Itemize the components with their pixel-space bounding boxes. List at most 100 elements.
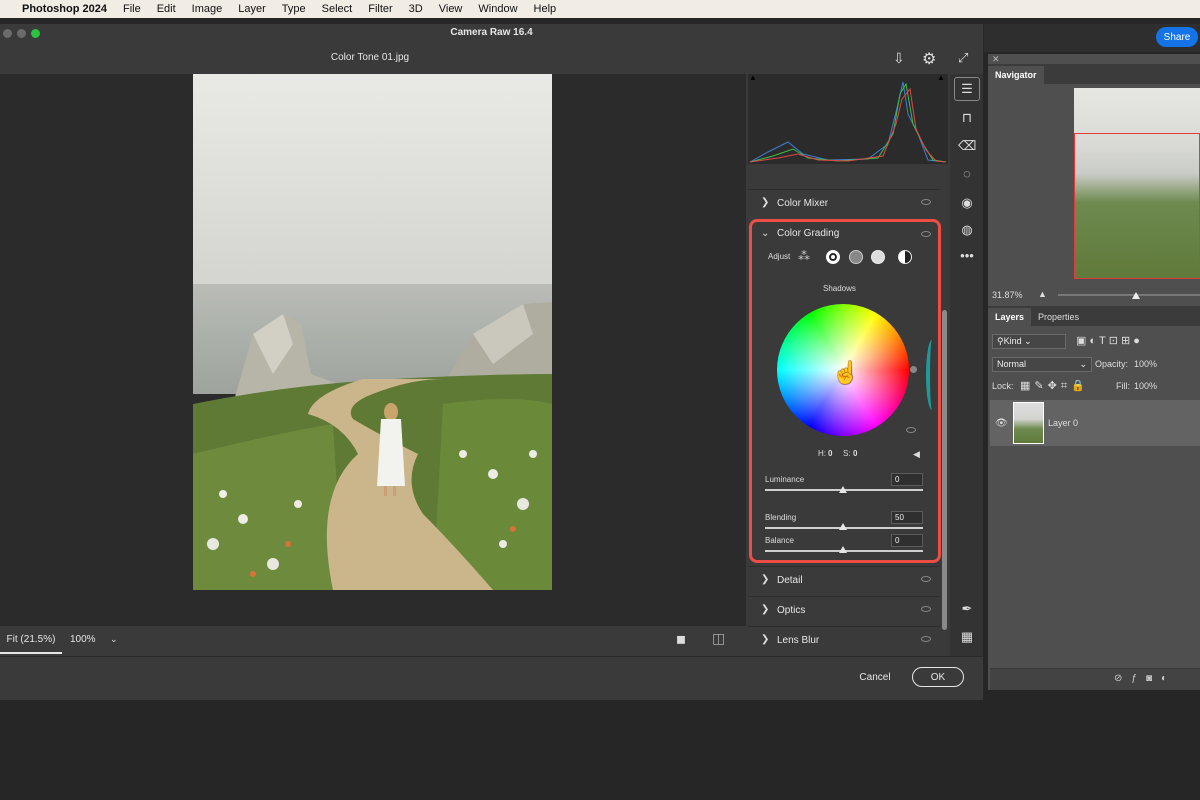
- tab-properties[interactable]: Properties: [1031, 308, 1086, 326]
- compare-view-icon[interactable]: ◫: [712, 630, 725, 647]
- section-detail[interactable]: ❯ Detail: [748, 566, 940, 594]
- shadow-clipping-icon[interactable]: ▲: [749, 73, 757, 82]
- eye-icon[interactable]: [921, 606, 931, 612]
- eye-icon[interactable]: [921, 199, 931, 205]
- menu-image[interactable]: Image: [192, 3, 223, 15]
- s-label: S:: [843, 449, 851, 458]
- shadows-wheel-button[interactable]: [826, 250, 840, 264]
- zoom-fit-button[interactable]: Fit (21.5%): [0, 626, 62, 654]
- blending-input[interactable]: 50: [891, 511, 923, 524]
- highlight-clipping-icon[interactable]: ▲: [937, 73, 945, 82]
- eye-icon[interactable]: [921, 576, 931, 582]
- histogram-graph: [749, 81, 947, 163]
- eyedropper-icon[interactable]: ✒: [958, 600, 976, 618]
- lock-icons[interactable]: ▦✎✥⌗🔒: [1020, 379, 1089, 393]
- eye-icon[interactable]: [906, 427, 916, 433]
- menu-file[interactable]: File: [123, 3, 141, 15]
- section-color-grading-label[interactable]: Color Grading: [777, 228, 839, 239]
- menu-filter[interactable]: Filter: [368, 3, 392, 15]
- midtones-wheel-button[interactable]: [849, 250, 863, 264]
- photo-landscape: [193, 74, 552, 590]
- cancel-button[interactable]: Cancel: [850, 668, 900, 686]
- wheel-label: Shadows: [823, 284, 856, 293]
- menu-select[interactable]: Select: [322, 3, 353, 15]
- navigator-zoom-slider[interactable]: [1058, 294, 1200, 296]
- zoom-100-button[interactable]: 100%: [70, 634, 96, 645]
- menu-window[interactable]: Window: [478, 3, 517, 15]
- dialog-title: Camera Raw 16.4: [450, 27, 533, 38]
- chevron-down-icon[interactable]: ⌄: [761, 228, 769, 239]
- before-after-icon[interactable]: ◼: [676, 632, 686, 646]
- blending-slider-thumb[interactable]: [839, 523, 847, 530]
- luminance-input[interactable]: 0: [891, 473, 923, 486]
- section-optics[interactable]: ❯ Optics: [748, 596, 940, 624]
- lock-label: Lock:: [992, 381, 1014, 391]
- menu-layer[interactable]: Layer: [238, 3, 266, 15]
- dialog-footer: [0, 656, 983, 700]
- eye-icon[interactable]: [921, 636, 931, 642]
- luminance-dot-handle[interactable]: [910, 366, 917, 373]
- fill-value[interactable]: 100%: [1134, 381, 1157, 391]
- opacity-value[interactable]: 100%: [1134, 359, 1157, 369]
- more-icon[interactable]: •••: [958, 247, 976, 265]
- chevron-down-icon: ⌄: [1079, 359, 1087, 369]
- menu-edit[interactable]: Edit: [157, 3, 176, 15]
- search-icon: ⚲: [997, 336, 1004, 346]
- fullscreen-icon[interactable]: ⤢: [958, 50, 968, 66]
- h-value[interactable]: 0: [828, 449, 832, 458]
- layer-thumbnail[interactable]: [1013, 402, 1044, 444]
- layer-visibility-eye-icon[interactable]: 👁: [995, 418, 1008, 429]
- layer-name[interactable]: Layer 0: [1048, 418, 1078, 428]
- blending-label: Blending: [765, 513, 797, 522]
- close-icon[interactable]: ✕: [992, 54, 1000, 65]
- triangle-left-icon[interactable]: ◀: [913, 449, 920, 460]
- layer-footer-icons[interactable]: ⊘ƒ◙◐: [1114, 673, 1176, 684]
- panel-scrollbar[interactable]: [942, 310, 947, 630]
- navigator-view-box[interactable]: [1074, 133, 1200, 279]
- next-wheel-edge: [926, 340, 938, 410]
- highlights-wheel-button[interactable]: [871, 250, 885, 264]
- grid-icon[interactable]: ▦: [958, 628, 976, 646]
- crop-icon[interactable]: ⊓: [958, 109, 976, 127]
- menu-help[interactable]: Help: [534, 3, 557, 15]
- luminance-slider-thumb[interactable]: [839, 486, 847, 493]
- section-color-mixer[interactable]: ❯ Color Mixer: [748, 189, 940, 217]
- zoom-out-mountain-icon[interactable]: ▲: [1038, 289, 1047, 299]
- app-name-menu[interactable]: Photoshop 2024: [22, 3, 107, 15]
- hand-cursor-icon: ☝: [832, 360, 860, 385]
- s-value[interactable]: 0: [853, 449, 857, 458]
- chevron-right-icon: ❯: [761, 197, 770, 208]
- menu-view[interactable]: View: [439, 3, 463, 15]
- eye-icon[interactable]: [921, 231, 931, 237]
- sliders-icon[interactable]: ☰: [958, 80, 976, 98]
- menubar: Photoshop 2024 File Edit Image Layer Typ…: [0, 0, 1200, 18]
- luminance-label: Luminance: [765, 475, 805, 484]
- tab-navigator[interactable]: Navigator: [988, 66, 1044, 84]
- photo-preview[interactable]: [193, 74, 552, 590]
- save-image-icon[interactable]: ⇩: [893, 50, 905, 67]
- navigator-zoom-value[interactable]: 31.87%: [992, 290, 1023, 300]
- ok-button[interactable]: OK: [912, 667, 964, 687]
- three-way-icon[interactable]: ⁂: [798, 249, 810, 263]
- menu-3d[interactable]: 3D: [409, 3, 423, 15]
- gear-icon[interactable]: ⚙: [922, 49, 936, 69]
- balance-input[interactable]: 0: [891, 534, 923, 547]
- global-wheel-button[interactable]: [898, 250, 912, 264]
- kind-filter-select[interactable]: ⚲Kind ⌄: [992, 334, 1066, 349]
- chevron-right-icon: ❯: [761, 574, 770, 585]
- masking-icon[interactable]: ◌: [958, 165, 976, 183]
- chevron-down-icon[interactable]: ⌄: [110, 634, 118, 645]
- navigator-tabbar: Navigator: [988, 64, 1200, 84]
- navigator-zoom-thumb[interactable]: [1132, 292, 1140, 299]
- tab-layers[interactable]: Layers: [988, 308, 1032, 326]
- layer-filter-icons[interactable]: ▣◐T⊡⊞●: [1076, 334, 1143, 347]
- blend-mode-select[interactable]: Normal ⌄: [992, 357, 1092, 372]
- balance-slider-thumb[interactable]: [839, 546, 847, 553]
- opacity-label: Opacity:: [1095, 359, 1129, 369]
- menu-type[interactable]: Type: [282, 3, 306, 15]
- share-button[interactable]: Share: [1156, 27, 1198, 47]
- eraser-icon[interactable]: ⌫: [958, 137, 976, 155]
- section-lens-blur[interactable]: ❯ Lens Blur: [748, 626, 940, 654]
- presets-icon[interactable]: ◍: [958, 221, 976, 239]
- red-eye-icon[interactable]: ◉: [958, 194, 976, 212]
